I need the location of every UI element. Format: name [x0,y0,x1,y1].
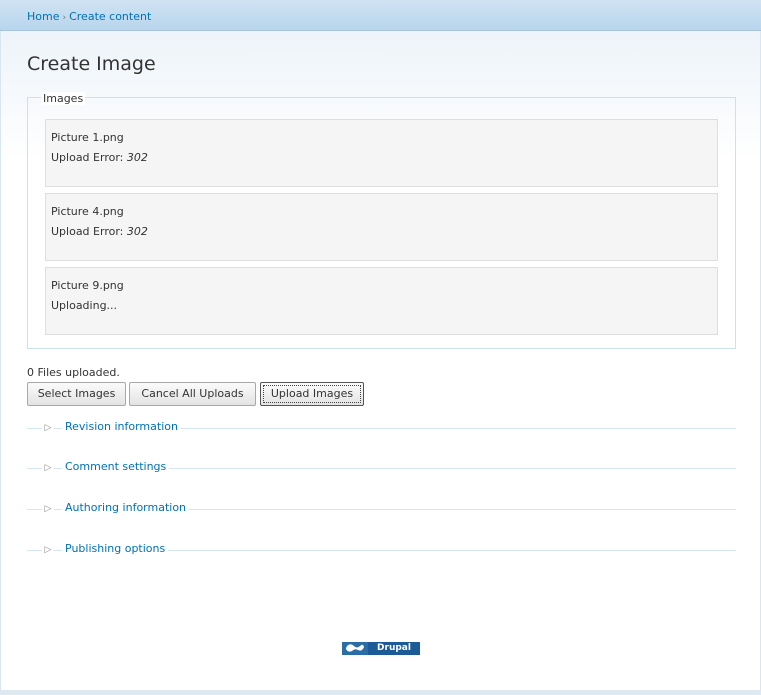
file-status: Upload Error: 302 [51,148,712,168]
section-publishing-options[interactable]: ▷ Publishing options [27,541,736,561]
section-comment-settings[interactable]: ▷ Comment settings [27,459,736,479]
file-name: Picture 4.png [51,205,124,218]
drupal-badge-text: Drupal [368,642,420,655]
breadcrumb-create-content-link[interactable]: Create content [69,10,151,23]
page-title: Create Image [27,53,156,75]
file-status-label: Upload Error: [51,151,127,164]
section-label[interactable]: Authoring information [62,501,190,514]
images-fieldset: Images Picture 1.png Upload Error: 302 P… [27,92,736,349]
drupal-drop-icon [342,642,368,655]
section-label[interactable]: Comment settings [62,460,170,473]
file-error-code: 302 [126,151,148,164]
section-label[interactable]: Revision information [62,420,181,433]
files-uploaded-count: 0 Files uploaded. [27,366,120,379]
upload-images-button[interactable]: Upload Images [260,382,364,406]
section-authoring-information[interactable]: ▷ Authoring information [27,500,736,520]
file-item: Picture 9.png Uploading... [45,267,718,335]
triangle-right-icon[interactable]: ▷ [42,421,54,435]
file-status: Upload Error: 302 [51,222,712,242]
triangle-right-icon[interactable]: ▷ [42,461,54,475]
section-revision-information[interactable]: ▷ Revision information [27,419,736,439]
file-name: Picture 9.png [51,279,124,292]
file-item: Picture 4.png Upload Error: 302 [45,193,718,261]
file-status: Uploading... [51,296,712,316]
cancel-all-uploads-button[interactable]: Cancel All Uploads [129,382,256,406]
file-error-code: 302 [126,225,148,238]
powered-by-drupal-badge[interactable]: Drupal [342,642,420,655]
file-name: Picture 1.png [51,131,124,144]
header-bar: Home › Create content [0,0,761,31]
images-legend: Images [41,92,86,105]
triangle-right-icon[interactable]: ▷ [42,502,54,516]
file-item: Picture 1.png Upload Error: 302 [45,119,718,187]
select-images-button[interactable]: Select Images [27,382,126,406]
breadcrumb-separator: › [62,13,67,23]
section-label[interactable]: Publishing options [62,542,169,555]
bottom-strip [0,690,761,695]
file-status-label: Uploading... [51,299,118,312]
breadcrumb-home-link[interactable]: Home [27,10,59,23]
file-status-label: Upload Error: [51,225,127,238]
triangle-right-icon[interactable]: ▷ [42,543,54,557]
breadcrumb: Home › Create content [27,10,151,23]
